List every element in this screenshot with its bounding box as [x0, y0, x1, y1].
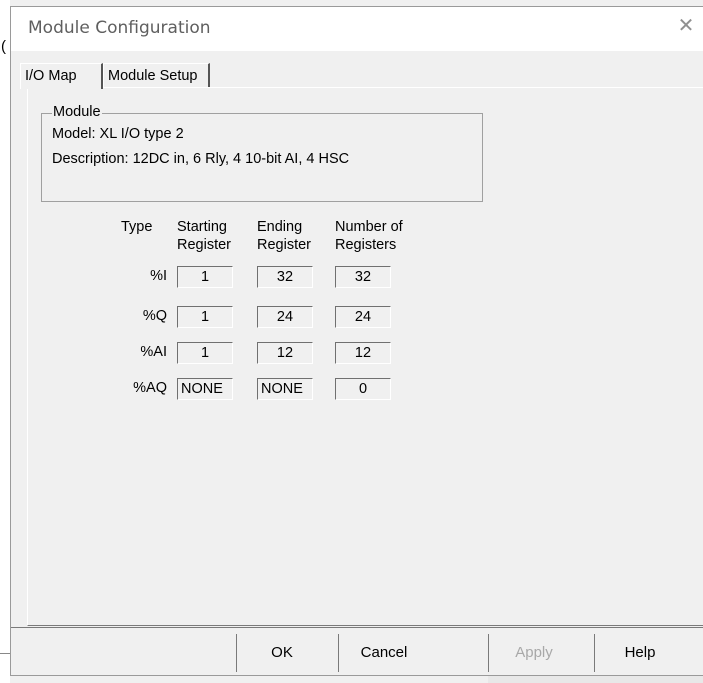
button-bar-separator	[11, 627, 703, 628]
count-registers-ai: 12	[335, 342, 391, 364]
module-configuration-dialog: Module Configuration ✕ I/O Map Module Se…	[10, 6, 703, 676]
end-register-i: 32	[257, 266, 313, 288]
start-register-q: 1	[177, 306, 233, 328]
io-map-panel: Module Model: XL I/O type 2 Description:…	[27, 87, 703, 626]
title-bar: Module Configuration ✕	[11, 7, 703, 51]
type-header: Type	[121, 219, 153, 235]
background-glyph: (	[1, 38, 6, 55]
type-label-ai: %AI	[140, 344, 167, 360]
background-divider	[0, 653, 10, 654]
window-title: Module Configuration	[28, 18, 211, 38]
help-button[interactable]: Help	[594, 634, 685, 672]
close-icon[interactable]: ✕	[675, 15, 697, 37]
type-label-aq: %AQ	[133, 380, 167, 396]
starting-register-header: Starting Register	[177, 219, 231, 253]
background-window-edge: (	[0, 0, 10, 683]
module-groupbox: Module Model: XL I/O type 2 Description:…	[41, 104, 483, 202]
tab-module-setup[interactable]: Module Setup	[103, 63, 210, 87]
start-register-i: 1	[177, 266, 233, 288]
start-register-aq: NONE	[177, 378, 233, 400]
module-model: Model: XL I/O type 2	[52, 126, 184, 142]
end-register-aq: NONE	[257, 378, 313, 400]
end-register-q: 24	[257, 306, 313, 328]
end-register-ai: 12	[257, 342, 313, 364]
cancel-button[interactable]: Cancel	[338, 634, 429, 672]
module-group-label: Module	[52, 104, 102, 120]
start-register-ai: 1	[177, 342, 233, 364]
count-registers-aq: 0	[335, 378, 391, 400]
type-label-i: %I	[150, 268, 167, 284]
module-description: Description: 12DC in, 6 Rly, 4 10-bit AI…	[52, 151, 350, 167]
count-registers-q: 24	[335, 306, 391, 328]
count-registers-i: 32	[335, 266, 391, 288]
type-label-q: %Q	[142, 308, 167, 324]
tab-io-map[interactable]: I/O Map	[20, 63, 103, 89]
number-of-registers-header: Number of Registers	[335, 219, 403, 253]
apply-button[interactable]: Apply	[488, 634, 579, 672]
ok-button[interactable]: OK	[236, 634, 327, 672]
ending-register-header: Ending Register	[257, 219, 311, 253]
